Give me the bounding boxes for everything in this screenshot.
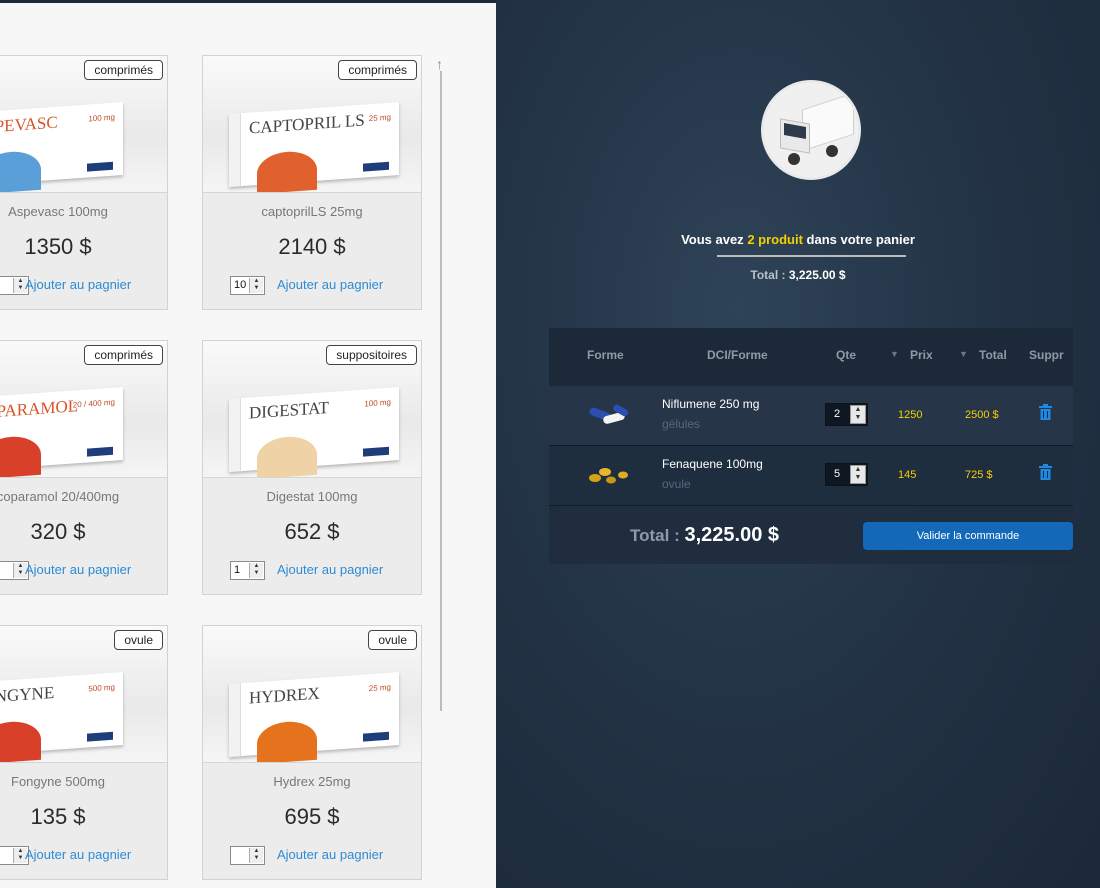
product-name: Aspevasc 100mg [8, 204, 108, 219]
capsules-icon [589, 404, 629, 424]
product-box-image: HYDREX 25 mg [229, 672, 399, 762]
add-to-cart-link[interactable]: Ajouter au pagnier [25, 277, 131, 292]
add-to-cart-link[interactable]: Ajouter au pagnier [25, 847, 131, 862]
product-box-image: COPARAMOL 20 / 400 mg [0, 387, 123, 477]
col-dci: DCI/Forme [707, 348, 768, 362]
cart-footer-total: Total : 3,225.00 $ [630, 524, 779, 546]
item-price: 1250 [898, 409, 923, 421]
form-badge: comprimés [84, 345, 163, 365]
product-name: Hydrex 25mg [273, 774, 351, 789]
product-box-image: DIGESTAT 100 mg [229, 387, 399, 477]
col-total[interactable]: Total [979, 348, 1007, 362]
product-price: 2140 $ [278, 234, 346, 259]
form-badge: ovule [368, 630, 417, 650]
quantity-stepper[interactable]: 10 ▲ ▼ [230, 276, 265, 295]
product-name: coparamol 20/400mg [0, 489, 120, 504]
product-card: HYDREX 25 mg ovule Hydrex 25mg 695 $ ▲ ▼ … [202, 625, 422, 880]
product-card: DIGESTAT 100 mg suppositoires Digestat 1… [202, 340, 422, 595]
product-price: 135 $ [30, 804, 86, 829]
form-badge: comprimés [84, 60, 163, 80]
quantity-stepper[interactable]: 1 ▲ ▼ [230, 561, 265, 580]
item-total: 725 $ [965, 469, 993, 481]
product-card: ASPEVASC 100 mg comprimés Aspevasc 100mg… [0, 55, 168, 310]
col-forme: Forme [587, 348, 624, 362]
form-badge: ovule [114, 630, 163, 650]
product-price: 652 $ [284, 519, 340, 544]
trash-icon[interactable] [1039, 404, 1052, 420]
validate-order-button[interactable]: Valider la commande [863, 522, 1073, 550]
cart-row: Niflumene 250 mg gélules 2 ▲ ▼ 1250 2500 $ [549, 386, 1073, 446]
scroll-up-arrow-icon[interactable]: ↑ [436, 57, 443, 71]
product-box-image: FONGYNE 500 mg [0, 672, 123, 762]
item-quantity-stepper[interactable]: 5 ▲ ▼ [825, 463, 868, 486]
product-name: Fongyne 500mg [11, 774, 105, 789]
trash-icon[interactable] [1039, 464, 1052, 480]
sort-total-icon[interactable]: ▼ [959, 349, 968, 359]
cart-table-header: Forme DCI/Forme Qte ▼ Prix ▼ Total Suppr [549, 328, 1073, 386]
cart-panel: Vous avez 2 produit dans votre panier To… [496, 0, 1100, 888]
product-name: Digestat 100mg [266, 489, 358, 504]
col-suppr: Suppr [1029, 348, 1064, 362]
product-price: 695 $ [284, 804, 340, 829]
cart-item-count: 2 produit [747, 232, 803, 247]
softgel-icon [589, 468, 628, 484]
col-qte: Qte [836, 348, 857, 362]
item-total: 2500 $ [965, 409, 999, 421]
add-to-cart-link[interactable]: Ajouter au pagnier [277, 847, 383, 862]
product-catalogue: ASPEVASC 100 mg comprimés Aspevasc 100mg… [0, 0, 496, 888]
cart-row: Fenaquene 100mg ovule 5 ▲ ▼ 145 725 $ [549, 446, 1073, 506]
product-box-image: CAPTOPRIL LS 25 mg [229, 102, 399, 192]
col-prix[interactable]: Prix [910, 348, 933, 362]
product-box-image: ASPEVASC 100 mg [0, 102, 123, 192]
sort-prix-icon[interactable]: ▼ [890, 349, 899, 359]
add-to-cart-link[interactable]: Ajouter au pagnier [277, 562, 383, 577]
scrollbar[interactable]: ↑ [436, 57, 446, 888]
add-to-cart-link[interactable]: Ajouter au pagnier [277, 277, 383, 292]
delivery-truck-icon [761, 80, 861, 180]
cart-summary-message: Vous avez 2 produit dans votre panier [681, 232, 915, 247]
item-name: Niflumene 250 mg [662, 397, 760, 411]
cart-table: Forme DCI/Forme Qte ▼ Prix ▼ Total Suppr… [549, 328, 1073, 564]
product-price: 320 $ [30, 519, 86, 544]
divider [717, 255, 906, 257]
product-name: captoprilLS 25mg [261, 204, 363, 219]
item-price: 145 [898, 469, 917, 481]
form-badge: comprimés [338, 60, 417, 80]
cart-total-summary: Total : 3,225.00 $ [750, 268, 846, 282]
add-to-cart-link[interactable]: Ajouter au pagnier [25, 562, 131, 577]
quantity-stepper[interactable]: ▲ ▼ [230, 846, 265, 865]
product-card: CAPTOPRIL LS 25 mg comprimés captoprilLS… [202, 55, 422, 310]
product-card: FONGYNE 500 mg ovule Fongyne 500mg 135 $… [0, 625, 168, 880]
product-price: 1350 $ [24, 234, 92, 259]
item-quantity-stepper[interactable]: 2 ▲ ▼ [825, 403, 868, 426]
item-name: Fenaquene 100mg [662, 457, 763, 471]
item-form: ovule [662, 477, 691, 491]
form-badge: suppositoires [326, 345, 417, 365]
item-form: gélules [662, 417, 701, 431]
product-card: COPARAMOL 20 / 400 mg comprimés coparamo… [0, 340, 168, 595]
scroll-track[interactable] [440, 71, 442, 711]
